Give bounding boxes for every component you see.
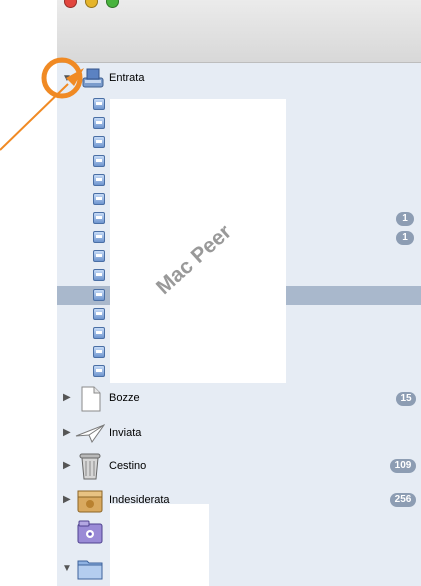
account-inbox-icon (93, 269, 105, 281)
zoom-button[interactable] (106, 0, 119, 8)
folder-icon (77, 560, 103, 580)
unread-count-badge: 109 (390, 459, 416, 473)
account-inbox-icon (93, 327, 105, 339)
window-titlebar (57, 0, 421, 63)
account-inbox-icon (93, 365, 105, 377)
disclosure-triangle-collapsed-icon[interactable]: ▶ (63, 427, 71, 438)
close-button[interactable] (64, 0, 77, 8)
mailbox-trash[interactable]: ▶ Cestino 109 (57, 452, 421, 480)
account-inbox-icon (93, 136, 105, 148)
account-inbox-icon (93, 308, 105, 320)
trash-icon (79, 453, 101, 480)
minimize-button[interactable] (85, 0, 98, 8)
disclosure-triangle-collapsed-icon[interactable]: ▶ (63, 392, 71, 403)
disclosure-triangle-collapsed-icon[interactable]: ▶ (63, 494, 71, 505)
account-inbox-icon (93, 212, 105, 224)
mailbox-label: Cestino (109, 460, 147, 472)
redaction-box (110, 504, 209, 586)
junk-box-icon (77, 490, 103, 513)
disclosure-triangle-expanded-icon[interactable]: ▼ (62, 73, 72, 84)
account-inbox-icon (93, 346, 105, 358)
document-icon (81, 386, 101, 412)
inbox-tray-icon (82, 68, 104, 88)
account-inbox-icon (93, 98, 105, 110)
unread-count-badge: 1 (396, 212, 414, 226)
disclosure-triangle-expanded-icon[interactable]: ▼ (62, 563, 72, 574)
account-inbox-icon (93, 250, 105, 262)
mailbox-label: Bozze (109, 392, 140, 404)
smart-mailbox-gear-icon[interactable] (77, 520, 103, 544)
mailbox-inbox[interactable]: ▼ Entrata (57, 68, 421, 90)
account-inbox-icon (93, 155, 105, 167)
account-inbox-icon (93, 289, 105, 301)
account-inbox-icon (93, 193, 105, 205)
unread-count-badge: 256 (390, 493, 416, 507)
account-inbox-icon (93, 117, 105, 129)
account-inbox-icon (93, 174, 105, 186)
account-inbox-icon (93, 231, 105, 243)
paper-plane-icon (75, 424, 105, 443)
unread-count-badge: 1 (396, 231, 414, 245)
mailbox-label: Inviata (109, 427, 142, 439)
unread-count-badge: 15 (396, 392, 416, 406)
mailbox-sent[interactable]: ▶ Inviata (57, 421, 421, 445)
disclosure-triangle-collapsed-icon[interactable]: ▶ (63, 460, 71, 471)
mailbox-drafts[interactable]: ▶ Bozze 15 (57, 386, 421, 412)
mailbox-label: Entrata (109, 72, 145, 84)
